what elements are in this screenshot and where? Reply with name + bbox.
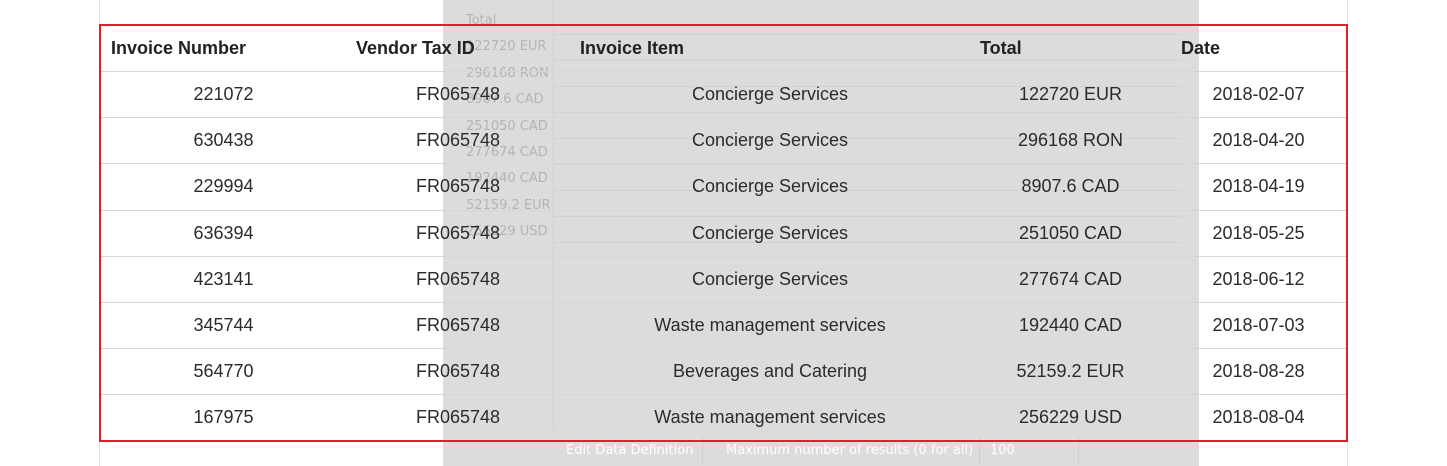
total-cell: 251050 CAD (970, 210, 1171, 257)
column-header-invoice-item[interactable]: Invoice Item (570, 26, 970, 72)
table-row[interactable]: 564770 FR065748 Beverages and Catering 5… (101, 348, 1346, 396)
total-cell: 277674 CAD (970, 256, 1171, 303)
vendor-tax-id-cell: FR065748 (346, 117, 570, 165)
vendor-tax-id-cell: FR065748 (346, 348, 570, 396)
table-header-row: Invoice Number Vendor Tax ID Invoice Ite… (101, 26, 1346, 72)
total-cell: 256229 USD (1018, 407, 1123, 428)
table-row[interactable]: 636394 FR065748 Concierge Services 25105… (101, 210, 1346, 257)
total-cell: 8907.6 CAD (970, 163, 1171, 211)
table-row[interactable]: 345744 FR065748 Waste management service… (101, 302, 1346, 350)
invoice-number-cell: 345744 (101, 302, 346, 350)
date-cell: 2018-05-25 (1171, 210, 1346, 257)
invoice-table: Invoice Number Vendor Tax ID Invoice Ite… (101, 26, 1346, 441)
column-header-total[interactable]: Total (970, 26, 1171, 72)
date-cell: 2018-06-12 (1171, 256, 1346, 303)
invoice-item-cell: Concierge Services (570, 71, 970, 119)
vendor-tax-id-cell: FR065748 (346, 163, 570, 211)
invoice-item-cell: Concierge Services (570, 163, 970, 211)
vendor-tax-id-cell: FR065748 (346, 302, 570, 350)
column-header-vendor-tax-id[interactable]: Vendor Tax ID (346, 26, 570, 72)
invoice-number-cell: 229994 (101, 163, 346, 211)
total-cell: 122720 EUR (970, 71, 1171, 119)
invoice-number-cell: 564770 (101, 348, 346, 396)
invoice-number-cell: 636394 (101, 210, 346, 257)
invoice-number-cell: 630438 (101, 117, 346, 165)
date-cell: 2018-08-04 (1212, 407, 1305, 428)
total-cell: 52159.2 EUR (970, 348, 1171, 396)
invoice-item-cell: Waste management services (654, 407, 886, 428)
table-row[interactable]: 630438 FR065748 Concierge Services 29616… (101, 117, 1346, 165)
date-cell: 2018-02-07 (1171, 71, 1346, 119)
screen: Total 122720 EUR 296168 RON 8907.6 CAD 2… (0, 0, 1447, 466)
total-cell: 192440 CAD (970, 302, 1171, 350)
table-row[interactable]: 167975 FR065748 Waste management service… (101, 395, 1346, 441)
date-cell: 2018-04-20 (1171, 117, 1346, 165)
invoice-number-cell: 221072 (101, 71, 346, 119)
column-header-date[interactable]: Date (1171, 26, 1346, 72)
vendor-tax-id-cell: FR065748 (415, 407, 501, 428)
date-cell: 2018-07-03 (1171, 302, 1346, 350)
invoice-item-cell: Waste management services (570, 302, 970, 350)
table-row[interactable]: 221072 FR065748 Concierge Services 12272… (101, 71, 1346, 119)
invoice-item-cell: Concierge Services (570, 210, 970, 257)
invoice-number-cell: 167975 (193, 407, 254, 428)
table-row[interactable]: 229994 FR065748 Concierge Services 8907.… (101, 163, 1346, 211)
table-row[interactable]: 423141 FR065748 Concierge Services 27767… (101, 256, 1346, 303)
invoice-number-cell: 423141 (101, 256, 346, 303)
invoice-item-cell: Beverages and Catering (570, 348, 970, 396)
date-cell: 2018-04-19 (1171, 163, 1346, 211)
invoice-item-cell: Concierge Services (570, 117, 970, 165)
invoice-table-highlight: Invoice Number Vendor Tax ID Invoice Ite… (99, 24, 1348, 442)
vendor-tax-id-cell: FR065748 (346, 256, 570, 303)
date-cell: 2018-08-28 (1171, 348, 1346, 396)
vendor-tax-id-cell: FR065748 (346, 210, 570, 257)
total-cell: 296168 RON (970, 117, 1171, 165)
invoice-item-cell: Concierge Services (570, 256, 970, 303)
vendor-tax-id-cell: FR065748 (346, 71, 570, 119)
column-header-invoice-number[interactable]: Invoice Number (101, 26, 346, 72)
